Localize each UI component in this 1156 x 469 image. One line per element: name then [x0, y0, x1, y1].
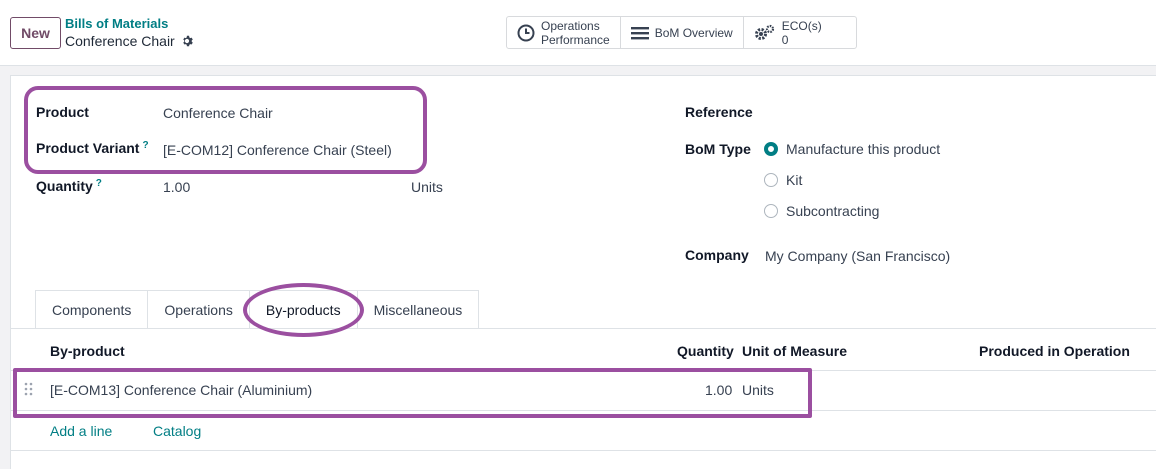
- new-button[interactable]: New: [10, 17, 61, 49]
- bom-overview-button[interactable]: BoM Overview: [621, 17, 744, 48]
- tab-divider: [11, 328, 1156, 329]
- clock-icon: [517, 24, 535, 41]
- record-title: Conference Chair: [65, 33, 175, 49]
- quantity-uom: Units: [411, 179, 443, 195]
- quantity-label: Quantity?: [36, 178, 102, 194]
- operations-label: Operations: [541, 18, 600, 33]
- radio-kit[interactable]: Kit: [764, 172, 802, 188]
- column-produced-in-operation[interactable]: Produced in Operation: [979, 343, 1130, 359]
- radio-checked-icon: [764, 142, 778, 156]
- radio-unchecked-icon: [764, 204, 778, 218]
- highlight-by-products-tab: [243, 283, 364, 337]
- catalog-link[interactable]: Catalog: [153, 423, 201, 439]
- column-quantity[interactable]: Quantity: [677, 343, 734, 359]
- add-line-link[interactable]: Add a line: [50, 423, 112, 439]
- quantity-field[interactable]: 1.00: [163, 179, 190, 195]
- highlight-by-product-row: [13, 368, 812, 418]
- breadcrumb-current: Conference Chair: [65, 33, 193, 49]
- company-label: Company: [685, 247, 749, 263]
- radio-subcontracting[interactable]: Subcontracting: [764, 203, 879, 219]
- help-icon[interactable]: ?: [96, 178, 102, 189]
- radio-unchecked-icon: [764, 173, 778, 187]
- tab-miscellaneous[interactable]: Miscellaneous: [356, 290, 480, 328]
- reference-label: Reference: [685, 104, 753, 120]
- breadcrumb-bills-of-materials[interactable]: Bills of Materials: [65, 16, 168, 31]
- highlight-product-fields: [24, 86, 427, 174]
- tab-components[interactable]: Components: [35, 290, 149, 328]
- gears-icon: [754, 24, 774, 40]
- performance-label: Performance: [541, 32, 610, 47]
- eco-label: ECO(s): [781, 18, 822, 33]
- company-field[interactable]: My Company (San Francisco): [765, 248, 950, 264]
- radio-manufacture[interactable]: Manufacture this product: [764, 141, 940, 157]
- bom-type-label: BoM Type: [685, 141, 751, 157]
- smart-buttons: Operations Performance BoM Overview ECO(…: [506, 16, 857, 49]
- column-unit-of-measure[interactable]: Unit of Measure: [742, 343, 847, 359]
- tab-operations[interactable]: Operations: [147, 290, 250, 328]
- list-icon: [630, 26, 649, 39]
- operations-performance-button[interactable]: Operations Performance: [507, 17, 621, 48]
- eco-button[interactable]: ECO(s) 0: [744, 17, 856, 48]
- bom-overview-label: BoM Overview: [654, 25, 733, 40]
- control-panel: New Bills of Materials Conference Chair …: [0, 0, 1156, 66]
- eco-count: 0: [781, 32, 789, 47]
- footer-divider: [11, 450, 1156, 451]
- gear-icon[interactable]: [181, 35, 193, 47]
- column-by-product[interactable]: By-product: [50, 343, 125, 359]
